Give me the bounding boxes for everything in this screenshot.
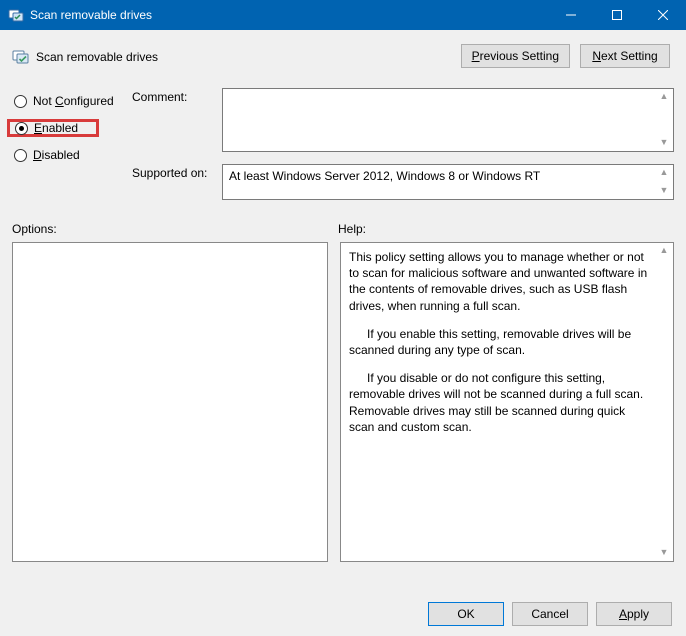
supported-label: Supported on: xyxy=(132,164,222,200)
supported-row: Supported on: At least Windows Server 20… xyxy=(132,164,674,200)
radio-label: Enabled xyxy=(34,121,78,135)
radio-disabled[interactable]: Disabled xyxy=(12,146,132,164)
close-button[interactable] xyxy=(640,0,686,30)
help-label: Help: xyxy=(338,222,366,236)
scroll-up-icon[interactable]: ▲ xyxy=(657,167,671,179)
app-icon xyxy=(8,7,24,23)
scroll-down-icon[interactable]: ▼ xyxy=(657,185,671,197)
radio-not-configured[interactable]: Not Configured xyxy=(12,92,132,110)
help-paragraph: This policy setting allows you to manage… xyxy=(349,249,653,314)
radio-input[interactable] xyxy=(14,95,27,108)
header-title: Scan removable drives xyxy=(36,50,158,64)
radio-label: Disabled xyxy=(33,148,80,162)
footer-buttons: OK Cancel Apply xyxy=(428,602,672,626)
minimize-button[interactable] xyxy=(548,0,594,30)
policy-icon xyxy=(12,48,30,66)
window-title: Scan removable drives xyxy=(30,8,152,22)
radio-input[interactable] xyxy=(14,149,27,162)
title-bar: Scan removable drives xyxy=(0,0,686,30)
options-panel[interactable] xyxy=(12,242,328,562)
scroll-up-icon[interactable]: ▲ xyxy=(657,91,671,103)
help-paragraph: If you enable this setting, removable dr… xyxy=(349,326,653,358)
scroll-down-icon[interactable]: ▼ xyxy=(657,137,671,149)
help-panel: This policy setting allows you to manage… xyxy=(340,242,674,562)
ok-button[interactable]: OK xyxy=(428,602,504,626)
supported-value: At least Windows Server 2012, Windows 8 … xyxy=(229,169,540,183)
scroll-down-icon[interactable]: ▼ xyxy=(657,547,671,559)
radio-label: Not Configured xyxy=(33,94,114,108)
supported-on-box: At least Windows Server 2012, Windows 8 … xyxy=(222,164,674,200)
comment-label: Comment: xyxy=(132,88,222,152)
previous-setting-button[interactable]: Previous Setting xyxy=(461,44,570,68)
cancel-button[interactable]: Cancel xyxy=(512,602,588,626)
radio-input[interactable] xyxy=(15,122,28,135)
state-and-fields: Not Configured Enabled Disabled Comment:… xyxy=(12,88,674,200)
help-paragraph: If you disable or do not configure this … xyxy=(349,370,653,435)
comment-row: Comment: ▲ ▼ xyxy=(132,88,674,152)
fields-column: Comment: ▲ ▼ Supported on: At least Wind… xyxy=(132,88,674,200)
client-area: Scan removable drives Previous Setting N… xyxy=(0,30,686,636)
radio-enabled[interactable]: Enabled xyxy=(7,119,99,137)
options-label: Options: xyxy=(12,222,338,236)
comment-input[interactable]: ▲ ▼ xyxy=(222,88,674,152)
section-labels: Options: Help: xyxy=(12,222,674,236)
panels: This policy setting allows you to manage… xyxy=(12,242,674,562)
nav-buttons: Previous Setting Next Setting xyxy=(461,44,670,68)
apply-button[interactable]: Apply xyxy=(596,602,672,626)
state-column: Not Configured Enabled Disabled xyxy=(12,88,132,200)
scroll-up-icon[interactable]: ▲ xyxy=(657,245,671,257)
next-setting-button[interactable]: Next Setting xyxy=(580,44,670,68)
maximize-button[interactable] xyxy=(594,0,640,30)
